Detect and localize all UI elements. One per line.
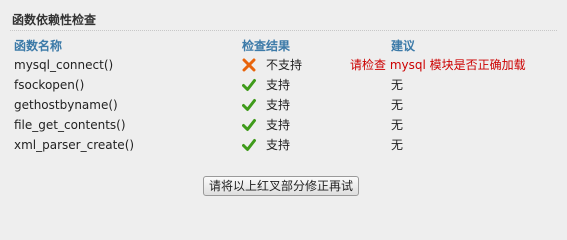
suggestion-text: 请检查 mysql 模块是否正确加载	[350, 58, 526, 72]
dependency-check-panel: 函数依赖性检查 函数名称 检查结果 建议 mysql_connect() 不支持…	[0, 0, 567, 204]
suggestion-text: 无	[391, 98, 404, 112]
result-text: 不支持	[266, 58, 303, 72]
table-row: xml_parser_create() 支持 无	[0, 135, 567, 155]
suggestion-text: 无	[391, 118, 404, 132]
section-divider	[10, 30, 557, 31]
check-result: 不支持	[242, 55, 302, 75]
table-row: fsockopen() 支持 无	[0, 75, 567, 95]
check-result: 支持	[242, 135, 290, 155]
result-text: 支持	[266, 98, 291, 112]
table-row: file_get_contents() 支持 无	[0, 115, 567, 135]
recheck-button[interactable]: 请将以上红叉部分修正再试	[203, 176, 360, 196]
suggestion-text: 无	[391, 138, 404, 152]
section-title: 函数依赖性检查	[12, 13, 97, 27]
function-name: gethostbyname()	[14, 98, 118, 112]
function-name: fsockopen()	[14, 78, 85, 92]
green-check-icon	[242, 118, 256, 132]
column-header-suggestion: 建议	[391, 39, 416, 53]
green-check-icon	[242, 98, 256, 112]
result-text: 支持	[266, 78, 291, 92]
function-name: xml_parser_create()	[14, 138, 135, 152]
function-name: file_get_contents()	[14, 118, 126, 132]
result-text: 支持	[266, 118, 291, 132]
function-name: mysql_connect()	[14, 58, 114, 72]
result-text: 支持	[266, 138, 291, 152]
column-header-name: 函数名称	[14, 39, 63, 53]
check-result: 支持	[242, 95, 290, 115]
green-check-icon	[242, 138, 256, 152]
suggestion-text: 无	[391, 78, 404, 92]
red-x-icon	[242, 58, 256, 72]
table-row: gethostbyname() 支持 无	[0, 95, 567, 115]
green-check-icon	[242, 78, 256, 92]
check-result: 支持	[242, 75, 290, 95]
check-result: 支持	[242, 115, 290, 135]
table-row: mysql_connect() 不支持 请检查 mysql 模块是否正确加载	[0, 55, 567, 75]
column-header-result: 检查结果	[242, 39, 291, 53]
